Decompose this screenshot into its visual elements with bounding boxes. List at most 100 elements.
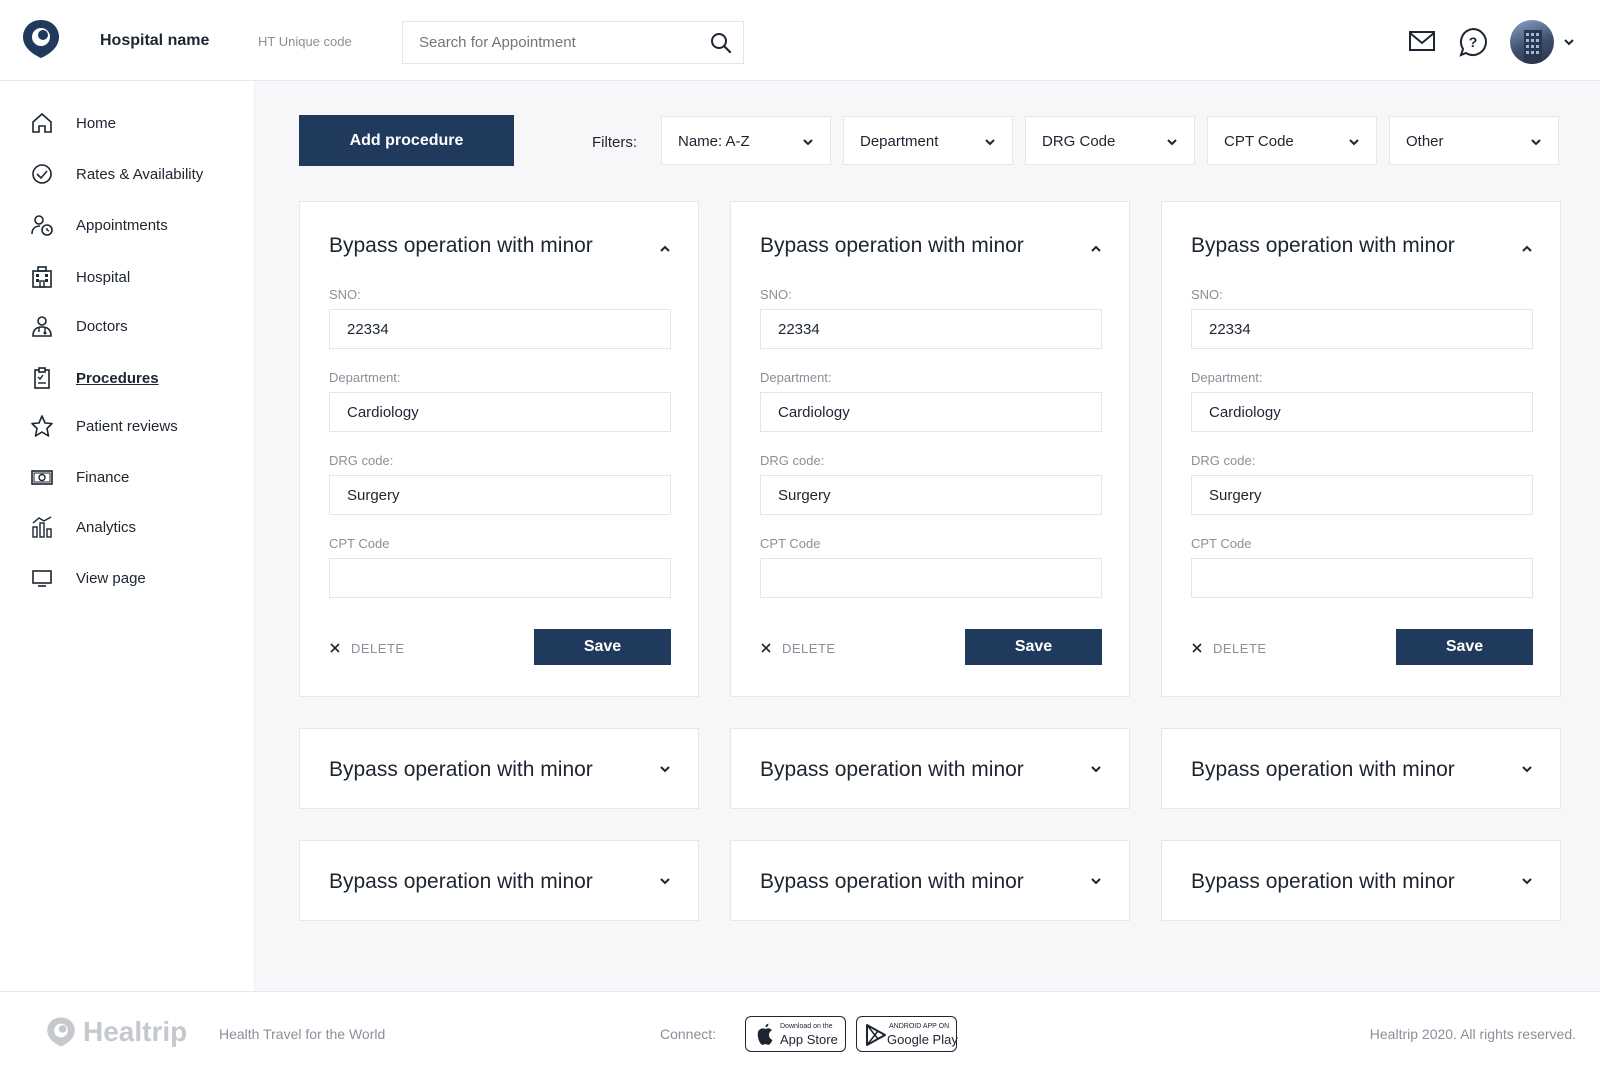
procedure-card-collapsed[interactable]: Bypass operation with minor — [1161, 728, 1561, 809]
connect-label: Connect: — [660, 1026, 717, 1042]
chevron-down-icon — [985, 139, 995, 146]
filter-name-select[interactable]: Name: A-Z — [661, 116, 831, 165]
delete-label: DELETE — [351, 641, 405, 656]
card-title: Bypass operation with minor — [1191, 234, 1455, 257]
cpt-field[interactable] — [760, 558, 1102, 598]
sidebar-item-label: Procedures — [76, 370, 159, 387]
sidebar-item-label: Finance — [76, 469, 130, 486]
drg-field[interactable] — [329, 475, 671, 515]
sidebar-item-patient-reviews[interactable]: Patient reviews — [30, 410, 240, 442]
sno-field[interactable] — [760, 309, 1102, 349]
tagline: Health Travel for the World — [219, 1026, 386, 1042]
sidebar-item-doctors[interactable]: Doctors — [30, 310, 240, 342]
drg-label: DRG code: — [1191, 453, 1256, 468]
unique-code: HT Unique code — [258, 34, 352, 49]
drg-field[interactable] — [1191, 475, 1533, 515]
sidebar-item-hospital[interactable]: Hospital — [30, 261, 240, 293]
top-header: Hospital name HT Unique code ? — [0, 0, 1600, 81]
drg-label: DRG code: — [760, 453, 825, 468]
sidebar-item-label: Patient reviews — [76, 418, 178, 435]
procedure-card-collapsed[interactable]: Bypass operation with minor — [299, 728, 699, 809]
chevron-down-icon[interactable] — [1563, 36, 1575, 48]
procedure-card-collapsed[interactable]: Bypass operation with minor — [1161, 840, 1561, 921]
google-play-big-text: Google Play — [887, 1032, 958, 1047]
filter-other-select[interactable]: Other — [1389, 116, 1559, 165]
google-play-icon — [866, 1024, 886, 1046]
chevron-up-icon[interactable] — [658, 242, 672, 256]
department-field[interactable] — [329, 392, 671, 432]
help-icon[interactable]: ? — [1458, 27, 1488, 57]
delete-button[interactable]: DELETE — [760, 639, 850, 659]
chevron-up-icon[interactable] — [1520, 242, 1534, 256]
chevron-down-icon[interactable] — [658, 874, 672, 888]
chevron-down-icon[interactable] — [658, 762, 672, 776]
logo-icon[interactable] — [20, 18, 62, 60]
mail-icon[interactable] — [1408, 28, 1436, 54]
user-clock-icon — [31, 215, 53, 236]
search-icon[interactable] — [709, 31, 733, 55]
sidebar-item-appointments[interactable]: Appointments — [30, 209, 240, 241]
sno-label: SNO: — [760, 287, 792, 302]
sidebar-item-analytics[interactable]: Analytics — [30, 511, 240, 543]
filter-drg-code-select[interactable]: DRG Code — [1025, 116, 1195, 165]
app-store-badge[interactable]: Download on the App Store — [745, 1016, 846, 1052]
cpt-label: CPT Code — [329, 536, 390, 551]
search-input[interactable] — [419, 22, 699, 63]
sidebar-item-procedures[interactable]: Procedures — [30, 362, 240, 394]
delete-button[interactable]: DELETE — [1191, 639, 1281, 659]
footer-logo[interactable]: Healtrip — [45, 1014, 195, 1050]
chevron-down-icon[interactable] — [1520, 762, 1534, 776]
filter-department-select[interactable]: Department — [843, 116, 1013, 165]
department-field[interactable] — [1191, 392, 1533, 432]
procedure-card-collapsed[interactable]: Bypass operation with minor — [730, 728, 1130, 809]
chevron-up-icon[interactable] — [1089, 242, 1103, 256]
avatar[interactable] — [1510, 20, 1554, 64]
delete-button[interactable]: DELETE — [329, 639, 419, 659]
save-button[interactable]: Save — [534, 629, 671, 665]
chevron-down-icon[interactable] — [1089, 762, 1103, 776]
sidebar-item-rates[interactable]: Rates & Availability — [30, 158, 240, 190]
card-title: Bypass operation with minor — [1191, 758, 1455, 781]
filter-cpt-code-select[interactable]: CPT Code — [1207, 116, 1377, 165]
chevron-down-icon — [1531, 139, 1541, 146]
google-play-badge[interactable]: ANDROID APP ON Google Play — [856, 1016, 958, 1052]
monitor-icon — [32, 570, 52, 587]
doctor-icon — [32, 316, 52, 337]
filter-value: CPT Code — [1224, 133, 1294, 150]
chevron-down-icon — [1349, 139, 1359, 146]
save-button[interactable]: Save — [1396, 629, 1533, 665]
procedure-card-collapsed[interactable]: Bypass operation with minor — [730, 840, 1130, 921]
logo-icon — [47, 1017, 75, 1047]
procedure-card-expanded: Bypass operation with minor SNO: Departm… — [299, 201, 699, 697]
building-icon — [32, 266, 52, 288]
filter-value: Department — [860, 133, 939, 150]
sidebar-item-view-page[interactable]: View page — [30, 562, 240, 594]
save-button[interactable]: Save — [965, 629, 1102, 665]
apple-icon — [757, 1023, 773, 1045]
sidebar-item-finance[interactable]: Finance — [30, 461, 240, 493]
filter-value: DRG Code — [1042, 133, 1116, 150]
copyright: Healtrip 2020. All rights reserved. — [1369, 1026, 1576, 1042]
card-title: Bypass operation with minor — [760, 870, 1024, 893]
chevron-down-icon[interactable] — [1089, 874, 1103, 888]
sno-field[interactable] — [1191, 309, 1533, 349]
avatar-building-image — [1524, 30, 1542, 64]
cpt-field[interactable] — [329, 558, 671, 598]
filter-value: Other — [1406, 133, 1444, 150]
filter-value: Name: A-Z — [678, 133, 750, 150]
google-play-small-text: ANDROID APP ON — [889, 1023, 950, 1030]
chevron-down-icon[interactable] — [1520, 874, 1534, 888]
add-procedure-button[interactable]: Add procedure — [299, 115, 514, 166]
procedure-card-collapsed[interactable]: Bypass operation with minor — [299, 840, 699, 921]
sidebar-item-label: Analytics — [76, 519, 137, 536]
close-icon — [330, 643, 340, 653]
department-field[interactable] — [760, 392, 1102, 432]
sno-label: SNO: — [329, 287, 361, 302]
cpt-label: CPT Code — [1191, 536, 1252, 551]
drg-field[interactable] — [760, 475, 1102, 515]
sno-field[interactable] — [329, 309, 671, 349]
cpt-field[interactable] — [1191, 558, 1533, 598]
department-label: Department: — [329, 370, 401, 385]
sidebar-item-home[interactable]: Home — [30, 107, 240, 139]
sidebar-item-label: Doctors — [76, 318, 128, 335]
